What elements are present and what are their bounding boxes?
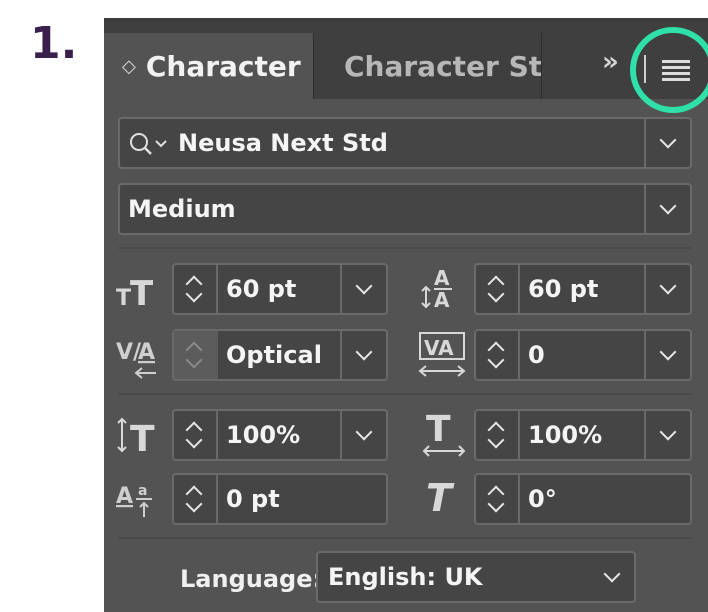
leading-value: 60 pt bbox=[528, 275, 599, 303]
chevron-down-icon bbox=[659, 423, 677, 441]
chevron-down-icon bbox=[659, 343, 677, 361]
horizontal-scale-stepper[interactable] bbox=[476, 411, 520, 459]
horizontal-scale-dropdown[interactable] bbox=[644, 411, 690, 459]
vertical-scale-field[interactable]: 100% bbox=[172, 409, 388, 461]
svg-text:VA: VA bbox=[424, 336, 454, 360]
font-style-field[interactable]: Medium bbox=[118, 183, 692, 235]
vertical-scale-icon: T bbox=[114, 409, 166, 465]
tracking-value: 0 bbox=[528, 341, 545, 369]
skew-icon: T bbox=[422, 469, 470, 529]
tab-character[interactable]: ◇ Character bbox=[104, 33, 314, 99]
kerning-stepper bbox=[174, 331, 218, 379]
leading-field[interactable]: 60 pt bbox=[474, 263, 692, 315]
vertical-scale-dropdown[interactable] bbox=[340, 411, 386, 459]
tracking-stepper[interactable] bbox=[476, 331, 520, 379]
chevron-down-icon bbox=[355, 277, 373, 295]
panel-tab-bar: ◇ Character Character Styl » bbox=[104, 21, 708, 113]
font-size-icon: TT bbox=[116, 267, 164, 319]
language-select[interactable]: English: UK bbox=[316, 551, 636, 603]
search-icon bbox=[130, 133, 167, 155]
svg-text:a: a bbox=[138, 483, 147, 499]
tracking-field[interactable]: 0 bbox=[474, 329, 692, 381]
leading-stepper[interactable] bbox=[476, 265, 520, 313]
baseline-shift-value: 0 pt bbox=[226, 485, 280, 513]
chevron-down-icon bbox=[355, 343, 373, 361]
section-divider bbox=[118, 393, 692, 395]
chevron-down-icon bbox=[659, 131, 677, 149]
svg-text:A: A bbox=[434, 288, 450, 312]
svg-text:T: T bbox=[426, 409, 451, 450]
horizontal-scale-icon: T bbox=[420, 405, 472, 465]
font-size-field[interactable]: 60 pt bbox=[172, 263, 388, 315]
baseline-shift-stepper[interactable] bbox=[174, 475, 218, 523]
font-size-value: 60 pt bbox=[226, 275, 297, 303]
tracking-dropdown[interactable] bbox=[644, 331, 690, 379]
font-family-value: Neusa Next Std bbox=[178, 129, 388, 157]
svg-text:T: T bbox=[426, 476, 455, 520]
chevron-down-icon bbox=[659, 277, 677, 295]
horizontal-scale-field[interactable]: 100% bbox=[474, 409, 692, 461]
highlight-circle bbox=[630, 27, 708, 113]
language-value: English: UK bbox=[328, 563, 483, 591]
tab-overflow-icon[interactable]: » bbox=[602, 47, 619, 77]
baseline-shift-field[interactable]: 0 pt bbox=[172, 473, 388, 525]
chevron-down-icon bbox=[355, 423, 373, 441]
skew-stepper[interactable] bbox=[476, 475, 520, 523]
tab-character-styles-label: Character Styl bbox=[344, 49, 542, 83]
tab-character-styles[interactable]: Character Styl bbox=[316, 33, 542, 99]
kerning-dropdown[interactable] bbox=[340, 331, 386, 379]
kerning-value: Optical bbox=[226, 341, 322, 369]
skew-value: 0° bbox=[528, 485, 557, 513]
svg-text:T: T bbox=[130, 274, 154, 314]
font-size-stepper[interactable] bbox=[174, 265, 218, 313]
kerning-field[interactable]: Optical bbox=[172, 329, 388, 381]
leading-dropdown[interactable] bbox=[644, 265, 690, 313]
font-family-dropdown[interactable] bbox=[644, 119, 690, 167]
leading-icon: AA bbox=[418, 263, 466, 319]
font-style-dropdown[interactable] bbox=[644, 185, 690, 233]
collapse-arrows-icon[interactable]: ◇ bbox=[122, 56, 136, 77]
font-size-dropdown[interactable] bbox=[340, 265, 386, 313]
svg-text:A: A bbox=[434, 266, 450, 290]
vertical-scale-value: 100% bbox=[226, 421, 301, 449]
section-divider bbox=[118, 247, 692, 249]
step-number: 1. bbox=[30, 18, 78, 69]
language-label: Language: bbox=[180, 565, 323, 593]
svg-text:A: A bbox=[116, 484, 133, 509]
chevron-down-icon[interactable] bbox=[603, 565, 621, 583]
tab-character-label: Character bbox=[145, 49, 301, 83]
svg-text:T: T bbox=[130, 419, 155, 460]
svg-text:T: T bbox=[116, 286, 131, 311]
font-style-value: Medium bbox=[128, 195, 236, 223]
tracking-icon: VA bbox=[416, 329, 468, 385]
svg-text:A: A bbox=[138, 340, 155, 365]
horizontal-scale-value: 100% bbox=[528, 421, 603, 449]
vertical-scale-stepper[interactable] bbox=[174, 411, 218, 459]
section-divider bbox=[118, 537, 692, 539]
font-family-field[interactable]: Neusa Next Std bbox=[118, 117, 692, 169]
character-panel: ◇ Character Character Styl » Neusa Next … bbox=[104, 18, 708, 612]
kerning-icon: V/A bbox=[116, 329, 164, 385]
skew-field[interactable]: 0° bbox=[474, 473, 692, 525]
chevron-down-icon bbox=[659, 197, 677, 215]
baseline-shift-icon: Aa bbox=[116, 473, 164, 529]
